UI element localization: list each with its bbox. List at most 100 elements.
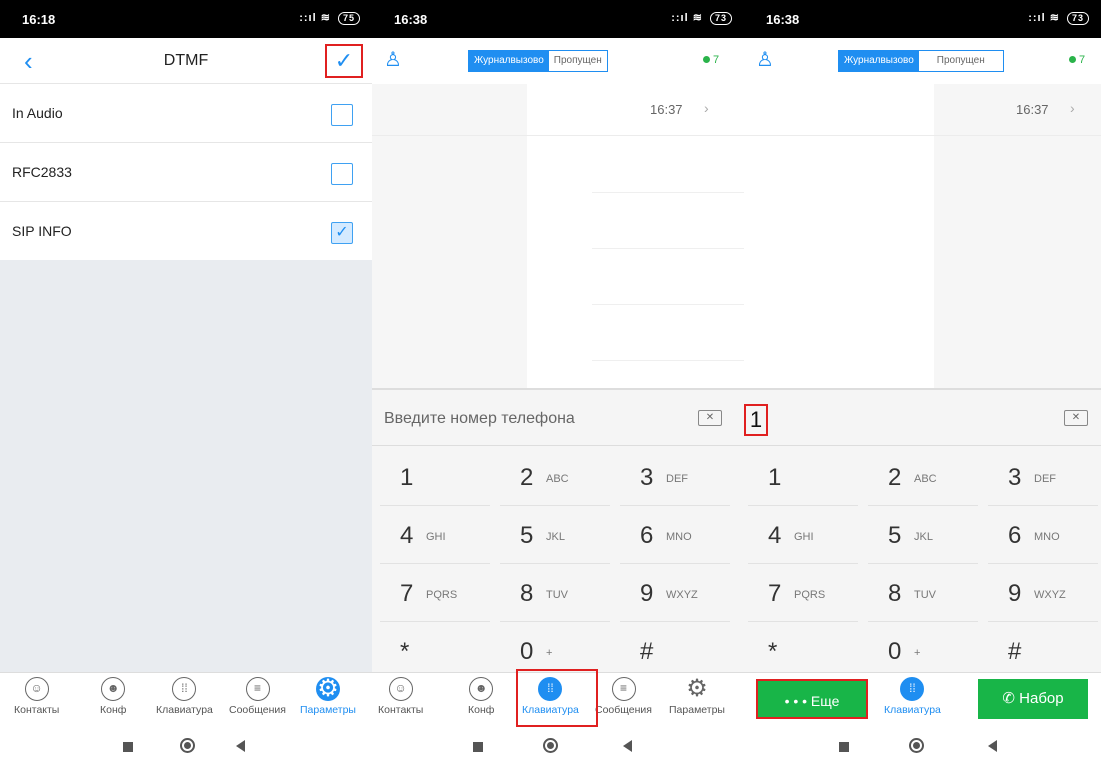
key-digit: 2: [888, 464, 902, 491]
signal-wifi-icons: ::ıl ≋ 73: [1028, 11, 1089, 25]
checkbox[interactable]: [331, 163, 353, 185]
call-log-row[interactable]: 16:37 ›: [744, 84, 1101, 136]
keypad-icon: ⁞⁞: [900, 677, 925, 701]
tab-missed[interactable]: Пропущен: [918, 51, 1003, 71]
divider: [592, 360, 744, 361]
key-9[interactable]: 9 WXYZ: [988, 564, 1098, 622]
key-4[interactable]: 4 GHI: [748, 506, 858, 564]
key-digit: 6: [1008, 522, 1022, 549]
checkbox-checked[interactable]: ✓: [331, 222, 353, 244]
backspace-icon[interactable]: ✕: [698, 410, 722, 426]
option-row-in-audio[interactable]: In Audio: [0, 84, 372, 143]
key-letters: DEF: [1034, 473, 1056, 485]
key-letters: TUV: [914, 589, 936, 601]
nav-keypad[interactable]: ⁞⁞ Клавиатура: [884, 677, 941, 716]
key-letters: JKL: [914, 531, 933, 543]
call-log-tabs: Журналвызово Пропущен: [468, 50, 608, 72]
key-1[interactable]: 1: [748, 448, 858, 506]
status-dot: [703, 56, 710, 63]
key-digit: *: [768, 638, 778, 665]
key-2[interactable]: 2 ABC: [500, 448, 610, 506]
page-title: DTMF: [163, 52, 209, 69]
phone-placeholder: Введите номер телефона: [384, 410, 575, 427]
nav-label: Параметры: [300, 704, 356, 716]
nav-label: Контакты: [378, 704, 424, 716]
home-icon[interactable]: [543, 738, 558, 753]
key-3[interactable]: 3 DEF: [620, 448, 730, 506]
tab-call-log[interactable]: Журналвызово: [839, 51, 919, 71]
nav-label: Сообщения: [595, 704, 652, 716]
call-time: 16:37: [650, 102, 683, 117]
signal-wifi-icons: ::ıl ≋ 75: [299, 11, 360, 25]
option-row-rfc2833[interactable]: RFC2833: [0, 143, 372, 202]
key-5[interactable]: 5 JKL: [500, 506, 610, 564]
option-row-sip-info[interactable]: SIP INFO ✓: [0, 202, 372, 261]
tab-call-log[interactable]: Журналвызово: [469, 51, 549, 71]
nav-conference[interactable]: ☻ Конф: [468, 677, 494, 716]
key-7[interactable]: 7 PQRS: [748, 564, 858, 622]
back-nav-icon[interactable]: [988, 740, 997, 752]
nav-conference[interactable]: ☻ Конф: [100, 677, 126, 716]
recent-apps-icon[interactable]: [473, 742, 483, 752]
key-letters: +: [546, 647, 553, 659]
recent-apps-icon[interactable]: [839, 742, 849, 752]
dial-label: Набор: [1019, 690, 1064, 707]
tab-missed[interactable]: Пропущен: [548, 51, 607, 71]
back-nav-icon[interactable]: [236, 740, 245, 752]
chevron-right-icon: ›: [1070, 100, 1075, 116]
key-6[interactable]: 6 MNO: [988, 506, 1098, 564]
checkmark-icon[interactable]: ✓: [325, 44, 363, 78]
key-1[interactable]: 1: [380, 448, 490, 506]
back-nav-icon[interactable]: [623, 740, 632, 752]
more-button[interactable]: • • • Еще: [756, 679, 868, 719]
key-digit: 4: [768, 522, 782, 549]
key-5[interactable]: 5 JKL: [868, 506, 978, 564]
key-digit: 8: [520, 580, 534, 607]
nav-messages[interactable]: ≡ Сообщения: [229, 677, 286, 716]
divider: [592, 192, 744, 193]
nav-label: Клавиатура: [884, 704, 941, 716]
dialer-pad: 1 ✕ 1 2 ABC 3 DEF 4 GHI 5 JKL 6 MNO 7 PQRS 8 TU…: [744, 388, 1101, 672]
phone-number-field[interactable]: Введите номер телефона ✕: [372, 390, 744, 446]
phone-number-field[interactable]: 1 ✕: [744, 390, 1101, 446]
key-6[interactable]: 6 MNO: [620, 506, 730, 564]
backspace-icon[interactable]: ✕: [1064, 410, 1088, 426]
key-7[interactable]: 7 PQRS: [380, 564, 490, 622]
key-letters: MNO: [666, 531, 692, 543]
add-contact-icon[interactable]: ♙: [384, 47, 402, 72]
nav-contacts[interactable]: ☺ Контакты: [14, 677, 59, 716]
recent-apps-icon[interactable]: [123, 742, 133, 752]
key-2[interactable]: 2 ABC: [868, 448, 978, 506]
key-digit: 6: [640, 522, 654, 549]
home-icon[interactable]: [180, 738, 195, 753]
key-3[interactable]: 3 DEF: [988, 448, 1098, 506]
home-icon[interactable]: [909, 738, 924, 753]
key-8[interactable]: 8 TUV: [500, 564, 610, 622]
checkbox[interactable]: [331, 104, 353, 126]
nav-settings[interactable]: ⚙ Параметры: [669, 675, 725, 717]
key-9[interactable]: 9 WXYZ: [620, 564, 730, 622]
nav-label: Контакты: [14, 704, 60, 716]
dial-button[interactable]: ✆ Набор: [978, 679, 1088, 719]
call-log-row[interactable]: 16:37 ›: [372, 84, 744, 136]
key-8[interactable]: 8 TUV: [868, 564, 978, 622]
key-letters: WXYZ: [666, 589, 698, 601]
key-4[interactable]: 4 GHI: [380, 506, 490, 564]
empty-area: [0, 260, 372, 672]
call-time: 16:37: [1016, 102, 1049, 117]
key-letters: ABC: [546, 473, 569, 485]
gear-icon: ⚙: [686, 675, 708, 702]
battery-icon: 73: [1066, 12, 1089, 25]
nav-settings[interactable]: ⚙ Параметры: [300, 677, 356, 717]
key-letters: PQRS: [426, 589, 458, 601]
nav-label: Сообщения: [229, 704, 286, 716]
nav-keypad[interactable]: ⁞⁞ Клавиатура: [156, 677, 213, 716]
add-contact-icon[interactable]: ♙: [756, 47, 774, 72]
key-letters: WXYZ: [1034, 589, 1066, 601]
key-digit: 3: [640, 464, 654, 491]
message-icon: ≡: [611, 677, 636, 701]
nav-messages[interactable]: ≡ Сообщения: [595, 677, 652, 716]
nav-contacts[interactable]: ☺ Контакты: [378, 677, 423, 716]
key-letters: GHI: [426, 531, 446, 543]
key-digit: 9: [640, 580, 654, 607]
